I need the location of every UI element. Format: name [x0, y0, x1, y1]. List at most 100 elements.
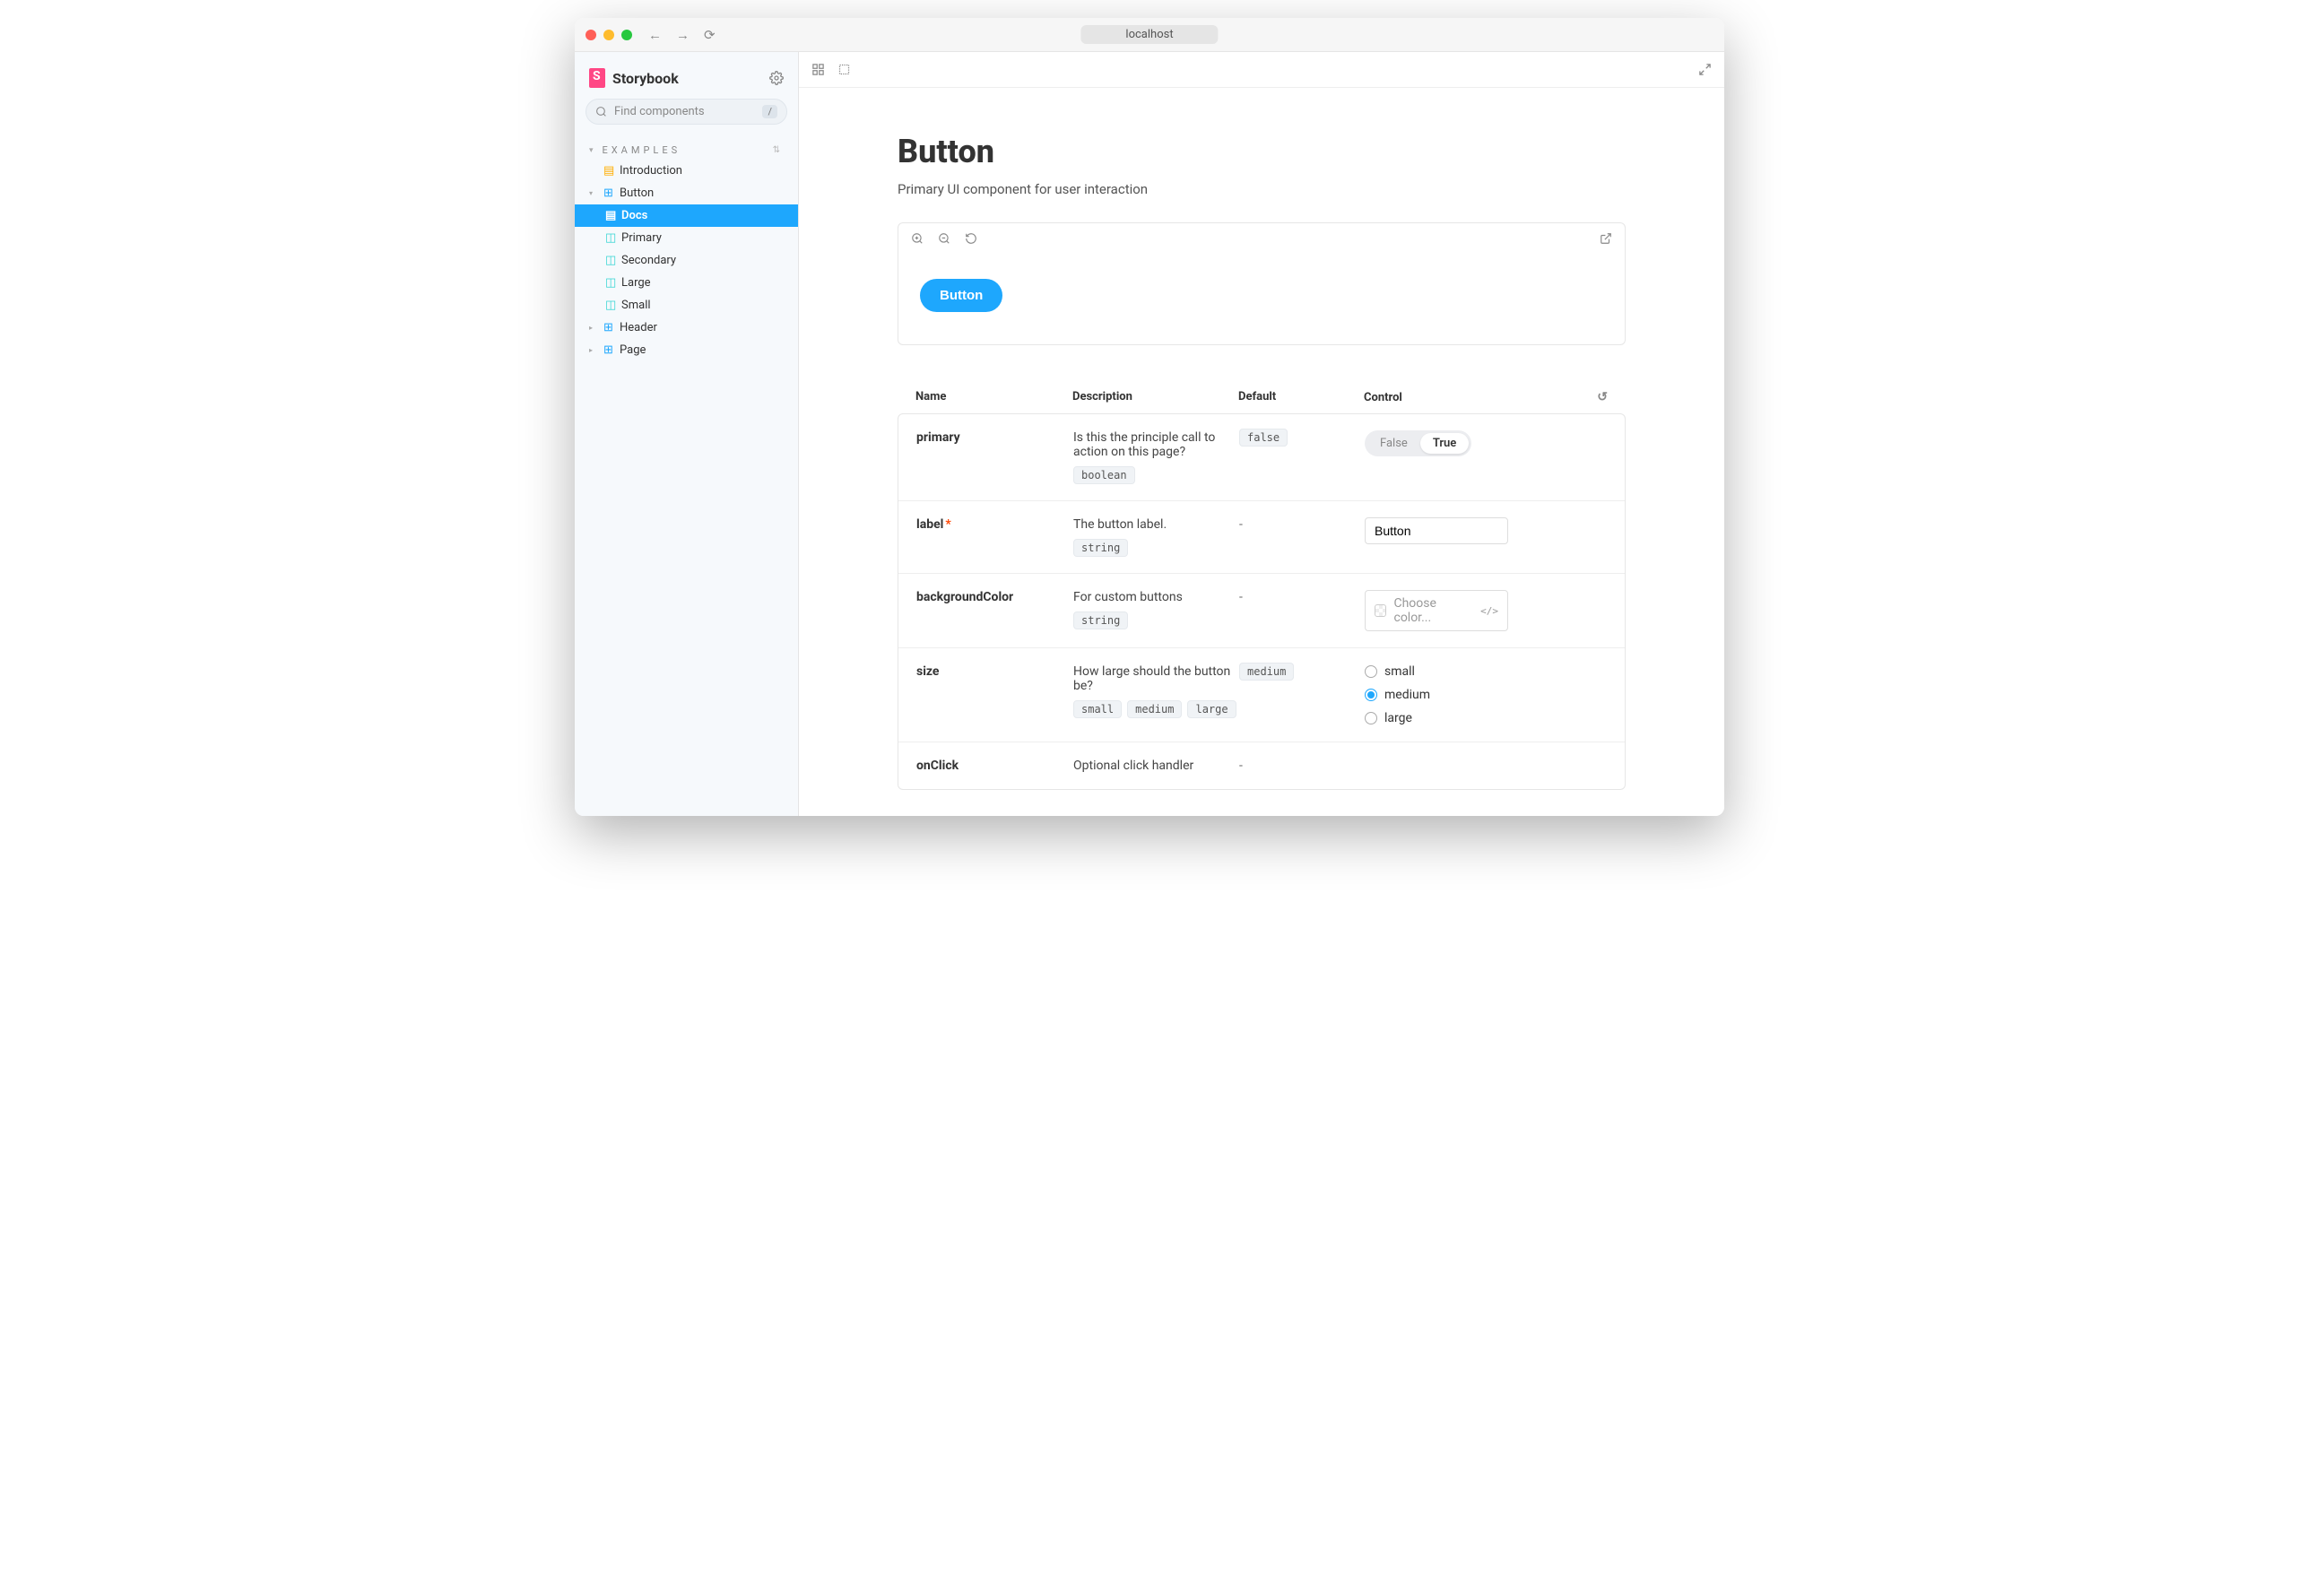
radio-icon — [1365, 689, 1377, 701]
type-tag: boolean — [1073, 466, 1135, 484]
header-default: Default — [1238, 390, 1364, 404]
arg-name: onClick — [916, 759, 1073, 773]
sidebar-item[interactable]: ▤ Docs — [575, 204, 798, 227]
bookmark-icon: ◫ — [605, 231, 616, 245]
section-label: EXAMPLES — [603, 144, 681, 156]
toggle-true[interactable]: True — [1420, 433, 1469, 454]
radio-option[interactable]: small — [1365, 664, 1607, 679]
sidebar-item-label: Page — [620, 343, 646, 357]
sidebar-item[interactable]: ◫ Small — [575, 294, 798, 317]
docs-icon[interactable] — [837, 63, 851, 76]
sidebar-item[interactable]: ◫Large — [575, 272, 798, 294]
component-icon: ⊞ — [603, 343, 614, 357]
args-row: onClickOptional click handler- — [898, 742, 1625, 789]
arg-default: - — [1239, 517, 1365, 557]
args-row: sizeHow large should the button be?small… — [898, 648, 1625, 742]
radio-option[interactable]: large — [1365, 711, 1607, 725]
sidebar-item-label: Primary — [621, 231, 662, 245]
bookmark-icon: ◫ — [605, 299, 616, 312]
zoom-reset-icon[interactable] — [965, 232, 977, 245]
sidebar-item[interactable]: ▸⊞Header — [575, 317, 798, 339]
doc-body: Button Primary UI component for user int… — [799, 88, 1724, 816]
zoom-in-icon[interactable] — [911, 232, 924, 245]
preview-toolbar — [799, 52, 1724, 88]
chevron-down-icon: ▾ — [589, 146, 597, 155]
args-header: Name Description Default Control ↺ — [898, 381, 1626, 413]
back-button[interactable]: ← — [648, 27, 662, 43]
zoom-out-icon[interactable] — [938, 232, 950, 245]
brand: Storybook — [589, 68, 679, 88]
sidebar-item-label: Introduction — [620, 164, 682, 178]
sidebar-item[interactable]: ▤ Introduction — [575, 160, 798, 182]
radio-icon — [1365, 712, 1377, 724]
maximize-window-button[interactable] — [621, 30, 632, 40]
chevron-icon: ▸ — [589, 346, 598, 354]
arg-control — [1365, 759, 1607, 773]
minimize-window-button[interactable] — [603, 30, 614, 40]
reload-button[interactable]: ⟳ — [704, 27, 716, 43]
arg-control — [1365, 517, 1607, 557]
arg-name: backgroundColor — [916, 590, 1073, 631]
type-tag: string — [1073, 539, 1128, 557]
arg-default: medium — [1239, 664, 1365, 725]
color-picker[interactable]: Choose color...</> — [1365, 590, 1508, 631]
canvas-icon[interactable] — [811, 63, 825, 76]
brand-title: Storybook — [612, 70, 679, 87]
fullscreen-icon[interactable] — [1698, 63, 1712, 76]
reset-controls-button[interactable]: ↺ — [1597, 390, 1608, 404]
component-icon: ⊞ — [603, 186, 614, 200]
sidebar-item[interactable]: ◫ Primary — [575, 227, 798, 249]
header-control: Control — [1364, 391, 1402, 404]
search-input[interactable]: Find components / — [586, 99, 787, 125]
section-examples[interactable]: ▾ EXAMPLES ⇅ — [575, 141, 798, 160]
sidebar-item-label: Docs — [621, 209, 647, 222]
sidebar-item[interactable]: ◫Secondary — [575, 249, 798, 272]
open-external-icon[interactable] — [1600, 232, 1612, 245]
settings-button[interactable] — [769, 71, 784, 85]
sort-icon: ⇅ — [773, 145, 784, 155]
type-tag: small — [1073, 700, 1122, 718]
boolean-toggle[interactable]: FalseTrue — [1365, 430, 1471, 456]
arg-description: The button label.string — [1073, 517, 1239, 557]
chevron-icon: ▾ — [589, 189, 598, 197]
args-table: primaryIs this the principle call to act… — [898, 413, 1626, 790]
arg-name: label* — [916, 517, 1073, 557]
arg-control: Choose color...</> — [1365, 590, 1607, 631]
url-bar[interactable]: localhost — [1080, 25, 1218, 44]
toggle-false[interactable]: False — [1367, 433, 1420, 454]
storybook-logo-icon — [589, 68, 605, 88]
close-window-button[interactable] — [586, 30, 596, 40]
search-shortcut: / — [762, 105, 777, 118]
arg-description: Is this the principle call to action on … — [1073, 430, 1239, 484]
component-icon: ⊞ — [603, 321, 614, 334]
bookmark-icon: ◫ — [605, 276, 616, 290]
main-panel: Button Primary UI component for user int… — [799, 52, 1724, 816]
color-swatch-icon — [1375, 604, 1386, 617]
browser-nav: ← → ⟳ — [648, 27, 716, 43]
preview-box: Button — [898, 222, 1626, 345]
arg-description: For custom buttonsstring — [1073, 590, 1239, 631]
args-row: backgroundColorFor custom buttonsstring-… — [898, 574, 1625, 648]
arg-control: FalseTrue — [1365, 430, 1607, 484]
sidebar-item-label: Small — [621, 299, 651, 312]
document-icon: ▤ — [603, 164, 614, 178]
traffic-lights — [586, 30, 632, 40]
sidebar-item-label: Secondary — [621, 254, 676, 267]
sidebar-item[interactable]: ▸ ⊞ Page — [575, 339, 798, 361]
arg-name: size — [916, 664, 1073, 725]
args-row: label*The button label.string- — [898, 501, 1625, 574]
arg-control: small medium large — [1365, 664, 1607, 725]
args-row: primaryIs this the principle call to act… — [898, 414, 1625, 501]
sidebar-item-label: Header — [620, 321, 657, 334]
search-icon — [595, 106, 607, 117]
demo-button[interactable]: Button — [920, 279, 1002, 312]
sidebar-item[interactable]: ▾⊞Button — [575, 182, 798, 204]
arg-default: - — [1239, 759, 1365, 773]
text-input[interactable] — [1365, 517, 1508, 544]
radio-option[interactable]: medium — [1365, 688, 1607, 702]
document-icon: ▤ — [605, 209, 616, 222]
forward-button[interactable]: → — [676, 27, 690, 43]
arg-name: primary — [916, 430, 1073, 484]
type-tag: large — [1187, 700, 1236, 718]
type-tag: string — [1073, 612, 1128, 629]
